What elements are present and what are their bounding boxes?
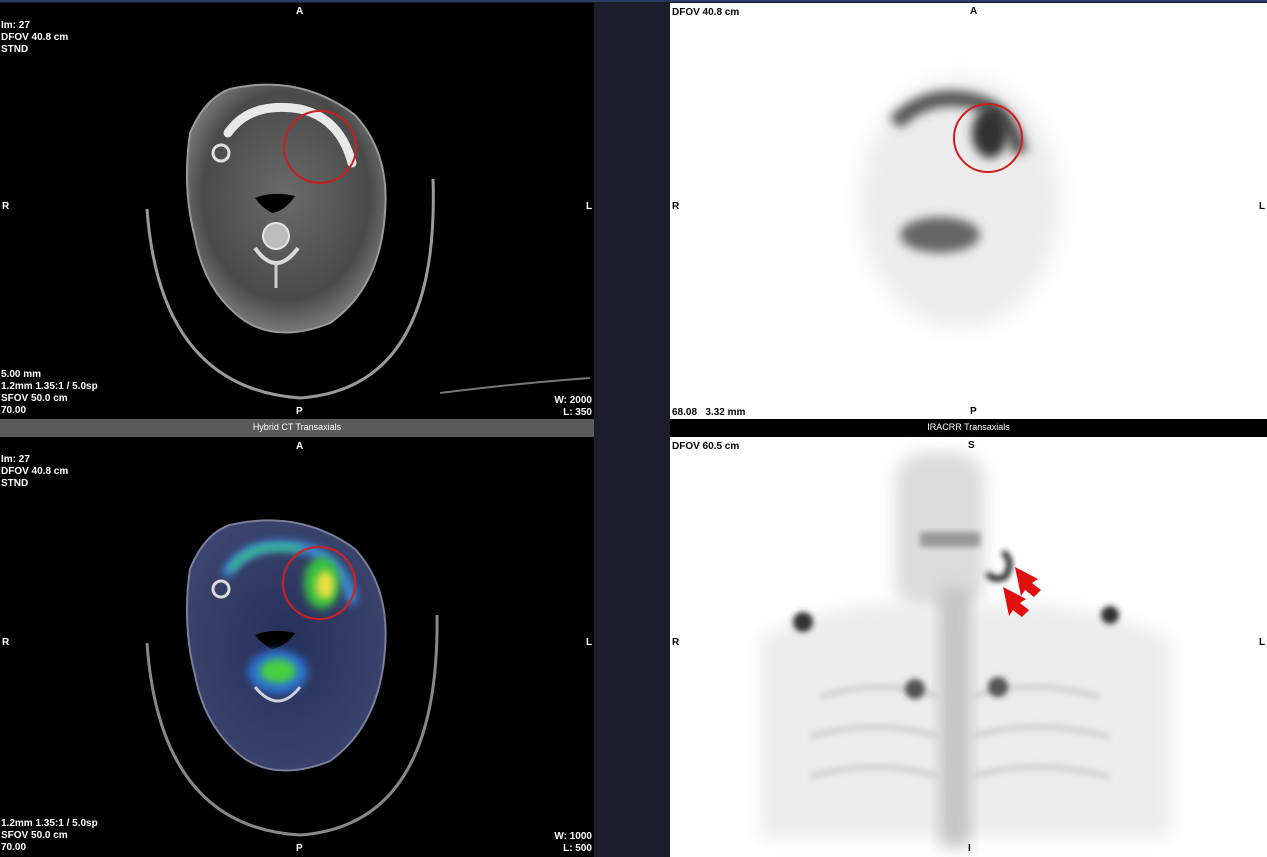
ct-orient-left: R	[2, 201, 10, 212]
fusion-top-left-info: Im: 27 DFOV 40.8 cm STND	[1, 454, 68, 490]
window-top-bar	[0, 0, 1267, 2]
mip-orient-top: S	[968, 440, 975, 451]
right-series-title: IRACRR Transaxials	[670, 419, 1267, 437]
mip-orient-right: L	[1259, 637, 1266, 648]
pet-axial-orient-bottom: P	[970, 406, 977, 417]
mip-dfov: DFOV 60.5 cm	[672, 441, 740, 452]
pet-axial-orient-left: R	[672, 201, 680, 212]
mip-viewport[interactable]: DFOV 60.5 cm S I R L	[670, 437, 1267, 857]
ct-dfov: DFOV 40.8 cm	[1, 32, 69, 43]
ct-window-level-value: L: 350	[563, 407, 592, 418]
fusion-window-level: W: 1000 L: 500	[554, 831, 592, 855]
pet-axial-orient-top: A	[970, 6, 978, 17]
ct-window-level: W: 2000 L: 350	[554, 395, 592, 419]
ct-orient-top: A	[296, 6, 304, 17]
ct-pitch: 1.2mm 1.35:1 / 5.0sp	[1, 381, 98, 392]
viewport-gutter-strip	[594, 419, 670, 437]
ct-orient-right: L	[586, 201, 593, 212]
fusion-table-position: 70.00	[1, 842, 27, 853]
ct-viewport[interactable]: Im: 27 DFOV 40.8 cm STND 5.00 mm 1.2mm 1.35…	[0, 3, 594, 419]
fusion-orient-right: L	[586, 637, 593, 648]
ct-window-width: W: 2000	[554, 395, 592, 406]
mip-coronal-image	[760, 452, 1170, 847]
fusion-dfov: DFOV 40.8 cm	[1, 466, 69, 477]
ct-top-left-info: Im: 27 DFOV 40.8 cm STND	[1, 20, 68, 56]
left-series-title: Hybrid CT Transaxials	[0, 419, 594, 437]
fusion-axial-image	[145, 519, 439, 837]
ct-table-position: 70.00	[1, 405, 27, 416]
ct-bottom-left-info: 5.00 mm 1.2mm 1.35:1 / 5.0sp SFOV 50.0 cm 7…	[1, 369, 98, 417]
mip-orient-bottom: I	[968, 843, 971, 854]
fusion-orient-left: R	[2, 637, 10, 648]
fusion-window-level-value: L: 500	[563, 843, 592, 854]
ct-sfov: SFOV 50.0 cm	[1, 393, 68, 404]
fusion-orient-top: A	[296, 441, 304, 452]
pet-axial-orient-right: L	[1259, 201, 1266, 212]
ct-axial-image	[145, 83, 591, 400]
fusion-bottom-left-info: 1.2mm 1.35:1 / 5.0sp SFOV 50.0 cm 70.00	[1, 818, 98, 854]
ct-orient-bottom: P	[296, 406, 303, 417]
fusion-orient-bottom: P	[296, 843, 303, 854]
fusion-pitch: 1.2mm 1.35:1 / 5.0sp	[1, 818, 98, 829]
fusion-window-width: W: 1000	[554, 831, 592, 842]
pet-axial-dfov: DFOV 40.8 cm	[672, 7, 740, 18]
fusion-image-number: Im: 27	[1, 454, 30, 465]
viewport-gutter-vertical-bottom	[594, 437, 670, 857]
fusion-sfov: SFOV 50.0 cm	[1, 830, 68, 841]
ct-slice-thickness: 5.00 mm	[1, 369, 42, 380]
ct-image-number: Im: 27	[1, 20, 30, 31]
fusion-kernel: STND	[1, 478, 29, 489]
ct-kernel: STND	[1, 44, 29, 55]
pet-axial-image	[860, 78, 1060, 328]
viewport-gutter-vertical-top	[594, 3, 670, 419]
pet-axial-viewport[interactable]: DFOV 40.8 cm 68.08 3.32 mm A P R L	[670, 3, 1267, 419]
mip-orient-left: R	[672, 637, 680, 648]
pet-axial-slice-info: 68.08 3.32 mm	[672, 407, 746, 418]
fusion-viewport[interactable]: Im: 27 DFOV 40.8 cm STND 1.2mm 1.35:1 / 5.…	[0, 437, 594, 857]
